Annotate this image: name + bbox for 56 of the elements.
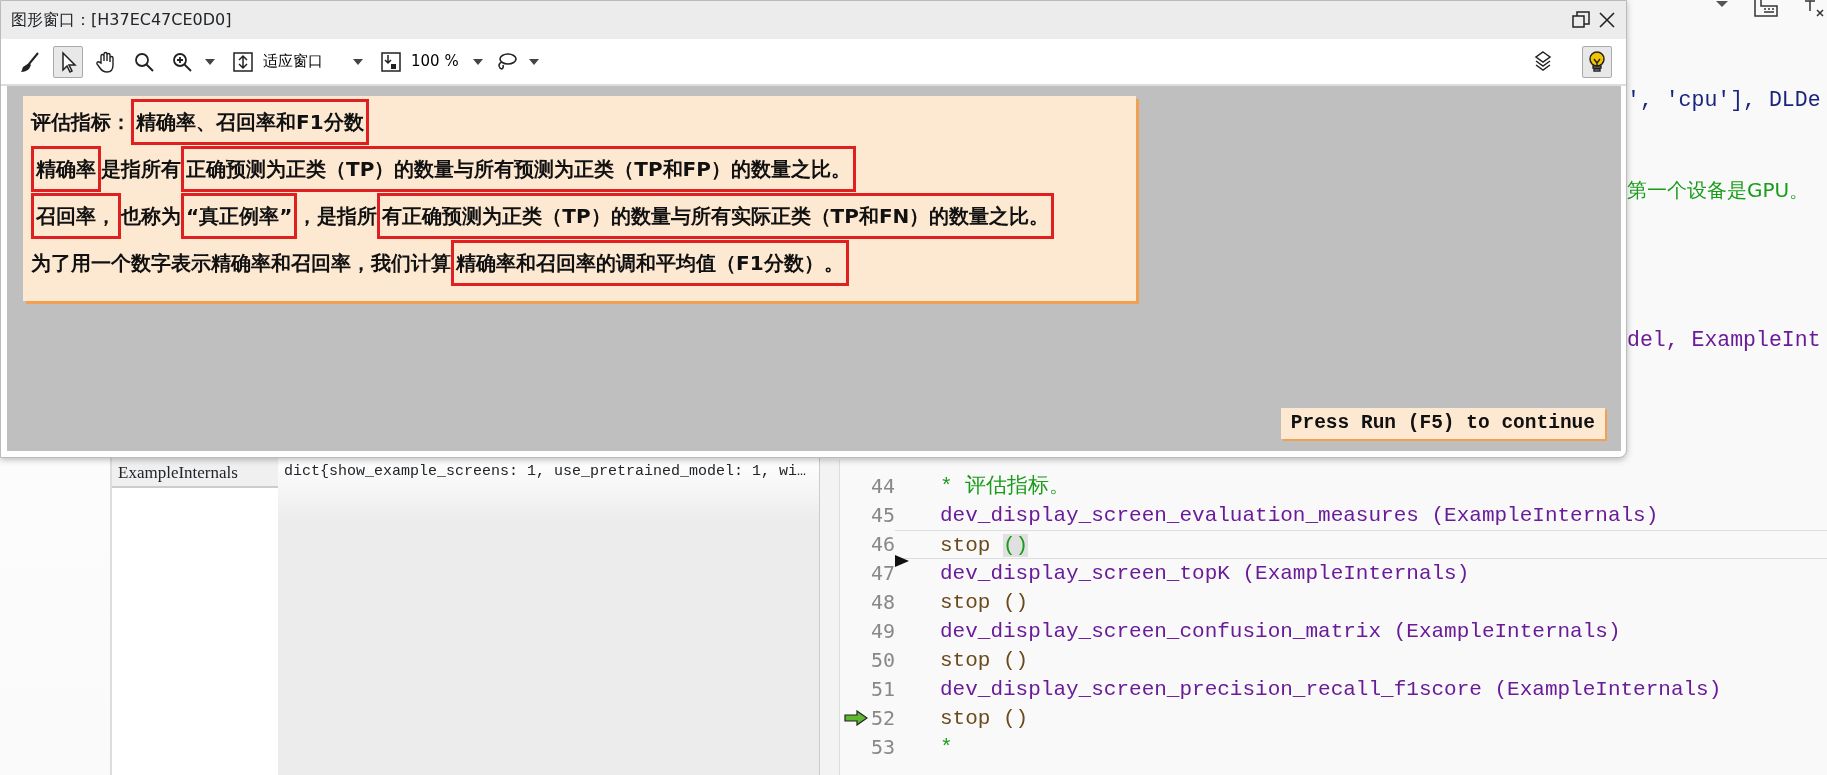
line-number: 48 [870, 590, 895, 614]
caret-icon[interactable] [205, 58, 215, 65]
info-text: 是指所有 [101, 157, 181, 181]
scale-icon [379, 49, 403, 74]
window-title: 图形窗口：[H37EC47CE0D0] [11, 9, 232, 31]
tool-button[interactable] [1582, 45, 1612, 78]
info-text: 评估指标： [31, 110, 131, 134]
continue-button[interactable]: Press Run (F5) to continue [1280, 407, 1605, 439]
code-line: ', 'cpu'], DLDe [1627, 87, 1821, 114]
line-number: 47 [870, 561, 895, 585]
line-number: 49 [870, 619, 895, 643]
highlighted-text: 正确预测为正类（TP）的数量与所有预测为正类（TP和FP）的数量之比。 [181, 146, 856, 192]
splitter-handle[interactable] [820, 460, 840, 775]
caret-icon[interactable] [1715, 0, 1729, 8]
line-number: 52 [870, 706, 895, 730]
highlighted-text: “真正例率” [181, 193, 298, 239]
info-text: 为了用一个数字表示精确率和召回率，我们计算 [31, 251, 451, 275]
code-text: dev_display_screen_evaluation_measures (ExampleInternals) [940, 504, 1659, 527]
variable-value: dict{show_example_screens: 1, use_pretrained_model: 1, wi… [283, 462, 808, 482]
highlighted-text: 精确率和召回率的调和平均值（F1分数）。 [451, 240, 849, 286]
code-text: dev_display_screen_confusion_matrix (ExampleInternals) [940, 620, 1621, 643]
code-text: * 评估指标。 [940, 475, 1071, 498]
code-text: stop () [940, 649, 1029, 672]
zoom-select[interactable]: 适应窗口 [259, 50, 349, 73]
line-number: 53 [870, 735, 895, 759]
line-number: 44 [870, 474, 895, 498]
line-number: 51 [870, 677, 895, 701]
highlighted-text: 精确率 [31, 146, 101, 192]
line-number: 46 [870, 532, 895, 556]
restore-icon[interactable] [1572, 11, 1590, 29]
info-text: 也称为 [121, 204, 181, 228]
close-icon[interactable] [1598, 11, 1616, 29]
caret-icon[interactable] [529, 58, 539, 65]
code-line: 第一个设备是GPU。 [1627, 177, 1810, 204]
code-text: stop () [940, 707, 1029, 730]
code-text: dev_display_screen_precision_recall_f1score (ExampleInternals) [940, 678, 1722, 701]
highlighted-text: 精确率、召回率和F1分数 [131, 99, 369, 145]
highlighted-text: 召回率， [31, 193, 121, 239]
variable-name: ExampleInternals [112, 458, 278, 488]
keyboard-icon[interactable] [1753, 0, 1779, 18]
caret-icon[interactable] [353, 58, 363, 65]
line-number: 45 [870, 503, 895, 527]
code-text: stop () [940, 591, 1029, 614]
line-number: 50 [870, 648, 895, 672]
code-text: * [940, 736, 953, 759]
info-text: ，是指所 [297, 204, 378, 228]
fit-window-icon [231, 49, 255, 74]
code-line: del, ExampleInt [1627, 327, 1821, 354]
tool-button[interactable] [53, 45, 83, 78]
zoom-select[interactable]: 100 % [407, 50, 469, 73]
code-text: dev_display_screen_topK (ExampleInternals) [940, 562, 1470, 585]
code-text: stop [940, 534, 992, 557]
caret-icon[interactable] [473, 58, 483, 65]
highlighted-text: 有正确预测为正类（TP）的数量与所有实际正类（TP和FN）的数量之比。 [377, 193, 1055, 239]
clear-icon[interactable] [1803, 0, 1827, 18]
code-text: () [1003, 534, 1029, 557]
